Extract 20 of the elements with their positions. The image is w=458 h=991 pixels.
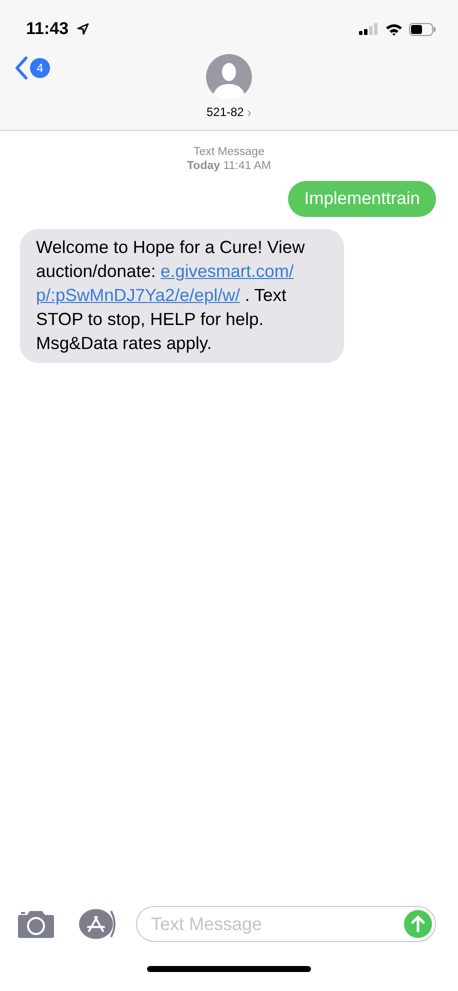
battery-icon <box>409 22 436 36</box>
status-time: 11:43 <box>26 19 69 39</box>
avatar-icon[interactable] <box>206 54 252 100</box>
camera-icon[interactable] <box>18 910 54 938</box>
message-bubble: Welcome to Hope for a Cure! View auction/donate: e.givesmart.com/ p/:pSwMnDJ7Ya2/e/epl/w/ . Text STOP to stop, HELP for help. Msg&Data rates apply. <box>20 229 344 363</box>
signal-icon <box>359 23 379 35</box>
location-arrow-icon <box>76 23 89 35</box>
message-link[interactable]: p/:pSwMnDJ7Ya2/e/epl/w/ <box>36 285 240 305</box>
message-link[interactable]: e.givesmart.com/ <box>160 261 294 281</box>
back-button[interactable]: 4 <box>14 56 50 80</box>
home-indicator[interactable] <box>147 966 311 972</box>
unread-count-badge: 4 <box>30 58 50 78</box>
contact-name[interactable]: 521-82 › <box>206 104 252 120</box>
message-input-field[interactable]: Text Message <box>136 906 436 942</box>
chevron-left-icon <box>14 56 28 80</box>
message-timestamp: Today 11:41 AM <box>186 159 272 173</box>
service-label: Text Message <box>192 145 266 159</box>
wifi-icon <box>385 22 403 36</box>
app-store-icon[interactable] <box>78 908 118 940</box>
message-bubble: Implementtrain <box>288 181 436 217</box>
